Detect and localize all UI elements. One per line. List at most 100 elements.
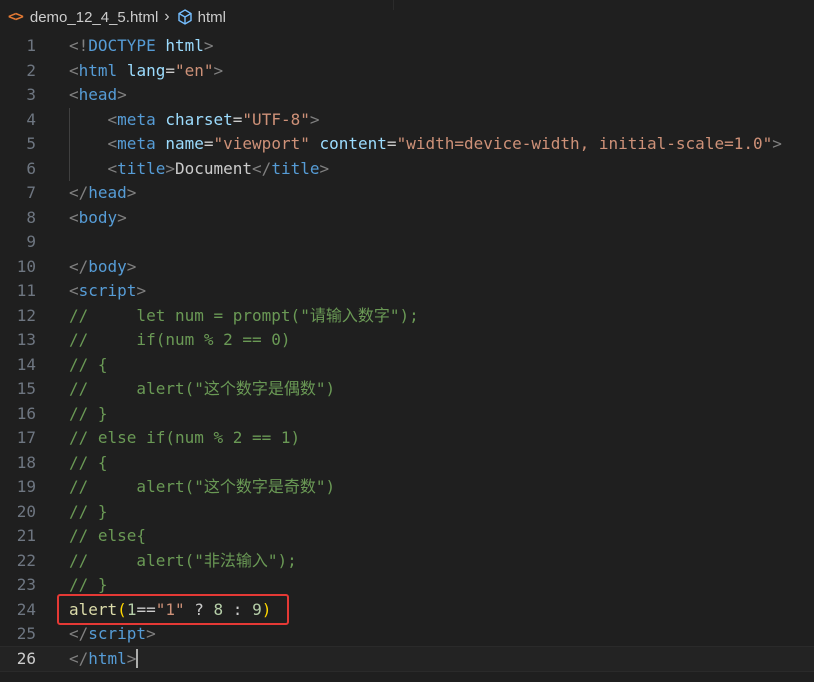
line-number: 1 [26,36,36,55]
code-token: > [117,207,127,227]
code-line[interactable]: 12 // let num = prompt("请输入数字"); [0,304,814,329]
code-line[interactable]: 22 // alert("非法输入"); [0,549,814,574]
code-text: // let num = prompt("请输入数字"); [69,304,419,329]
code-token: == [136,599,156,619]
code-area[interactable]: 1 <!DOCTYPE html> 2 <html lang="en"> 3 <head>… [0,34,814,672]
line-number: 19 [16,477,36,496]
code-token: // { [69,354,108,374]
code-token: </ [252,158,272,178]
code-line[interactable]: 13 // if(num % 2 == 0) [0,328,814,353]
line-number: 17 [16,428,36,447]
code-line[interactable]: 20 // } [0,500,814,525]
code-text: // { [69,353,108,378]
line-number: 22 [16,550,36,570]
code-line[interactable]: 15 // alert("这个数字是偶数") [0,377,814,402]
code-line[interactable]: 2 <html lang="en"> [0,59,814,84]
code-line[interactable]: 7 </head> [0,181,814,206]
breadcrumb-file-name[interactable]: demo_12_4_5.html [30,9,158,26]
code-line[interactable]: 21 // else{ [0,524,814,549]
code-text: // if(num % 2 == 0) [69,328,291,353]
line-number: 10 [16,256,36,276]
code-token: > [146,624,156,643]
code-token: // else{ [69,526,147,545]
code-line[interactable]: 10 </body> [0,255,814,280]
code-token: = [203,134,214,153]
code-token: // { [69,452,108,472]
code-text: </script> [69,622,156,647]
line-number: 9 [26,232,36,251]
code-token: > [126,183,137,202]
code-text: // else{ [69,524,146,549]
code-token: // else if(num % 2 == 1) [69,428,301,447]
code-line[interactable]: 17 // else if(num % 2 == 1) [0,426,814,451]
line-number: 26 [16,648,36,668]
code-line[interactable]: 25 </script> [0,622,814,647]
line-number: 25 [16,624,36,643]
code-text: <body> [69,206,127,231]
line-number: 8 [26,207,36,227]
code-token: title [271,158,320,178]
code-line[interactable]: 1 <!DOCTYPE html> [0,34,814,59]
code-token: html [88,648,127,668]
code-token: 9 [252,599,262,619]
code-token: ? [184,599,214,619]
code-token: "en" [174,60,214,80]
code-token: < [107,109,118,129]
code-token: > [319,158,330,178]
code-token: </ [69,624,89,643]
code-text: // } [69,500,108,525]
code-token: < [69,281,79,300]
code-token: meta [117,109,156,129]
code-token: name [165,134,204,153]
code-line[interactable]: 24 alert(1=="1" ? 8 : 9) [0,598,814,623]
line-number: 3 [26,85,36,104]
code-text: <title>Document</title> [69,157,330,182]
code-token: // let num = prompt("请输入数字"); [69,305,419,325]
code-token: < [107,158,118,178]
code-line[interactable]: 5 <meta name="viewport" content="width=d… [0,132,814,157]
code-token: // alert("这个数字是奇数") [69,477,336,496]
code-line[interactable]: 19 // alert("这个数字是奇数") [0,475,814,500]
code-line[interactable]: 8 <body> [0,206,814,231]
code-text: // alert("这个数字是奇数") [69,475,335,500]
code-text: // alert("非法输入"); [69,549,297,574]
code-token: < [69,60,79,80]
code-editor[interactable]: <> demo_12_4_5.html › html 1 <!DOCTYPE ht… [0,0,814,682]
code-token: > [772,134,782,153]
code-line[interactable]: 14 // { [0,353,814,378]
code-token: ( [117,599,127,619]
code-token: = [165,60,175,80]
breadcrumb: <> demo_12_4_5.html › html [0,0,814,34]
code-token: < [107,134,118,153]
code-line[interactable]: 26 </html> [0,645,814,672]
code-line[interactable]: 18 // { [0,451,814,476]
code-token: > [309,109,320,129]
code-token: title [117,158,166,178]
code-line[interactable]: 6 <title>Document</title> [0,156,814,182]
code-token: // } [69,403,108,423]
code-token: head [78,85,118,104]
code-token: "UTF-8" [242,109,310,129]
code-line[interactable]: 9 [0,230,814,255]
code-token: 8 [213,599,224,619]
code-line[interactable]: 16 // } [0,402,814,427]
code-line[interactable]: 23 // } [0,573,814,598]
line-number: 23 [16,575,36,594]
code-token: > [136,281,147,300]
code-text: <!DOCTYPE html> [69,34,214,59]
code-text: </head> [69,181,136,206]
breadcrumb-element-name[interactable]: html [198,9,226,26]
code-line[interactable]: 3 <head> [0,83,814,108]
code-token: > [213,60,224,80]
code-token: "width=device-width, initial-scale=1.0" [396,134,773,153]
line-number: 5 [26,134,36,153]
code-line[interactable]: 11 <script> [0,279,814,304]
code-text: // alert("这个数字是偶数") [69,377,335,402]
code-line[interactable]: 4 <meta charset="UTF-8"> [0,107,814,132]
line-number: 24 [16,599,36,619]
code-token: script [78,281,137,300]
divider [393,0,394,10]
